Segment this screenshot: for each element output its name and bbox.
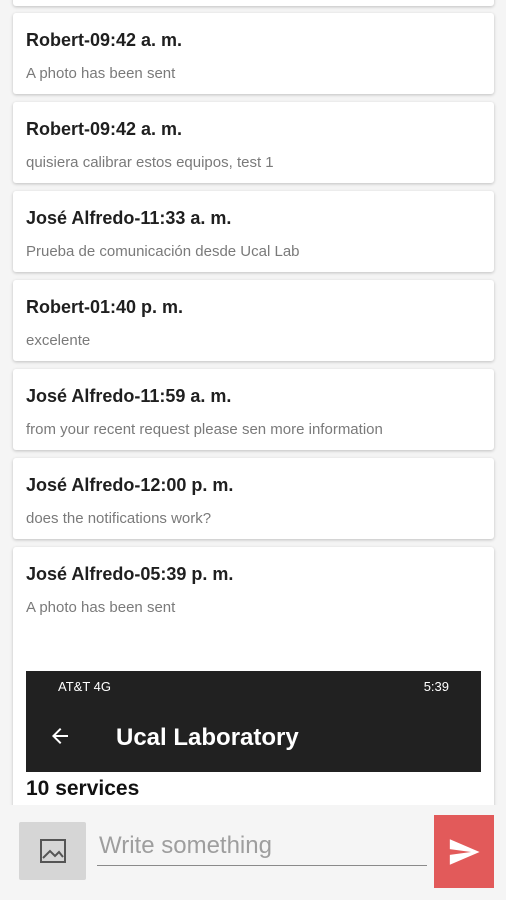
message-input[interactable]: [97, 826, 427, 866]
message-sender-time: José Alfredo-11:33 a. m.: [26, 208, 232, 228]
photo-services-heading: 10 services: [26, 777, 140, 800]
photo-app-title: Ucal Laboratory: [116, 724, 299, 751]
attach-image-button[interactable]: [19, 822, 86, 880]
message-card: [13, 0, 494, 6]
message-card[interactable]: Robert-01:40 p. m. excelente: [13, 280, 494, 361]
message-card[interactable]: José Alfredo-11:33 a. m. Prueba de comun…: [13, 191, 494, 272]
carrier-label: AT&T 4G: [58, 679, 111, 694]
message-text: A photo has been sent: [26, 599, 176, 616]
message-text: A photo has been sent: [26, 65, 176, 82]
message-card[interactable]: Robert-09:42 a. m. quisiera calibrar est…: [13, 102, 494, 183]
back-arrow-icon: [52, 728, 68, 744]
message-sender-time: Robert-09:42 a. m.: [26, 119, 183, 139]
message-card[interactable]: José Alfredo-12:00 p. m. does the notifi…: [13, 458, 494, 539]
photo-app-toolbar: Ucal Laboratory: [26, 702, 481, 772]
message-text: from your recent request please sen more…: [26, 421, 383, 438]
clock-label: 5:39: [423, 679, 449, 694]
message-text: Prueba de comunicación desde Ucal Lab: [26, 243, 300, 260]
send-button[interactable]: [434, 815, 494, 888]
photo-status-bar: AT&T 4G 5:39: [26, 671, 481, 702]
image-icon: [39, 839, 66, 863]
message-sender-time: Robert-01:40 p. m.: [26, 297, 184, 317]
attached-photo[interactable]: AT&T 4G 5:39 Ucal Laboratory 10 services: [26, 671, 481, 805]
message-text: quisiera calibrar estos equipos, test 1: [26, 154, 274, 171]
message-card-with-photo[interactable]: José Alfredo-05:39 p. m. A photo has bee…: [13, 547, 494, 805]
message-card[interactable]: Robert-09:42 a. m. A photo has been sent: [13, 13, 494, 94]
composer-bar: [0, 805, 506, 900]
message-card[interactable]: José Alfredo-11:59 a. m. from your recen…: [13, 369, 494, 450]
send-icon: [449, 838, 480, 865]
message-feed[interactable]: Robert-09:42 a. m. A photo has been sent…: [0, 0, 506, 805]
message-sender-time: José Alfredo-12:00 p. m.: [26, 475, 234, 495]
message-text: excelente: [26, 332, 91, 349]
message-sender-time: José Alfredo-11:59 a. m.: [26, 386, 232, 406]
message-sender-time: José Alfredo-05:39 p. m.: [26, 564, 234, 584]
message-text: does the notifications work?: [26, 510, 212, 527]
message-sender-time: Robert-09:42 a. m.: [26, 30, 183, 50]
